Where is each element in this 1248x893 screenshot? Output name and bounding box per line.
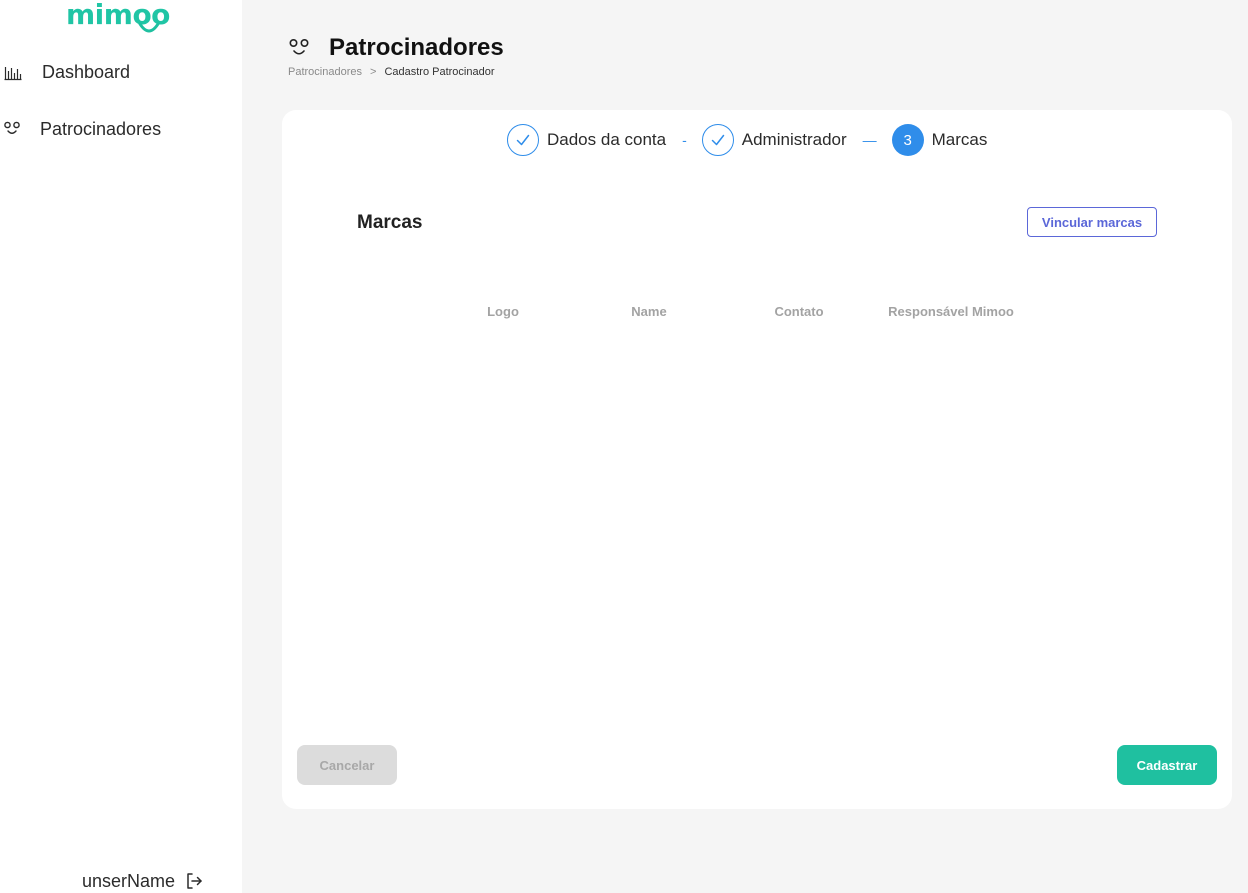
check-icon: [711, 134, 725, 146]
user-name: unserName: [82, 870, 176, 891]
step-separator: —: [862, 132, 877, 148]
breadcrumb: Patrocinadores > Cadastro Patrocinador: [288, 66, 504, 78]
breadcrumb-parent[interactable]: Patrocinadores: [288, 66, 362, 78]
sidebar-item-label: Dashboard: [42, 61, 131, 82]
column-header-contato[interactable]: Contato: [774, 304, 823, 319]
page-title-row: Patrocinadores: [288, 34, 504, 62]
breadcrumb-current: Cadastro Patrocinador: [384, 66, 495, 78]
table-header: Logo Name Contato Responsável Mimoo: [282, 304, 1232, 324]
logo-smile-icon: [138, 22, 160, 33]
step-separator: -: [682, 132, 687, 148]
step-label: Dados da conta: [547, 130, 667, 149]
column-header-responsavel[interactable]: Responsável Mimoo: [888, 304, 1014, 319]
face-icon: [289, 38, 309, 55]
bar-chart-icon: [4, 67, 22, 81]
page-title: Patrocinadores: [329, 34, 504, 61]
check-icon: [516, 134, 530, 146]
app-root: mimoo Dashboard Patrocinadores unserName…: [0, 0, 1248, 893]
logout-icon[interactable]: [185, 872, 203, 890]
vincular-marcas-button[interactable]: Vincular marcas: [1027, 207, 1157, 237]
sidebar-item-label: Patrocinadores: [40, 118, 162, 139]
page-header: Patrocinadores Patrocinadores > Cadastro…: [288, 34, 504, 78]
submit-button[interactable]: Cadastrar: [1117, 745, 1217, 785]
cancel-button[interactable]: Cancelar: [297, 745, 397, 785]
step-label: Marcas: [931, 130, 988, 149]
section-title: Marcas: [357, 212, 423, 233]
column-header-logo[interactable]: Logo: [487, 304, 519, 319]
user-area: unserName: [82, 868, 203, 893]
step-dados-da-conta[interactable]: Dados da conta: [507, 124, 666, 156]
face-icon: [4, 121, 20, 134]
step-marcas[interactable]: 3 Marcas: [891, 124, 988, 156]
step-administrador[interactable]: Administrador: [701, 124, 847, 156]
step-done-circle: [507, 124, 539, 156]
step-done-circle: [701, 124, 734, 156]
step-label: Administrador: [741, 130, 847, 149]
step-number: 3: [891, 124, 924, 156]
form-card: Dados da conta - Administrador — 3 Marca…: [282, 110, 1232, 809]
breadcrumb-separator: >: [370, 66, 377, 78]
column-header-name[interactable]: Name: [631, 304, 666, 319]
sidebar: mimoo Dashboard Patrocinadores unserName: [0, 0, 242, 893]
mimoo-logo[interactable]: mimoo: [64, 0, 174, 42]
stepper: Dados da conta - Administrador — 3 Marca…: [507, 124, 987, 156]
sidebar-item-dashboard[interactable]: Dashboard: [0, 57, 130, 87]
sidebar-item-patrocinadores[interactable]: Patrocinadores: [0, 114, 161, 144]
